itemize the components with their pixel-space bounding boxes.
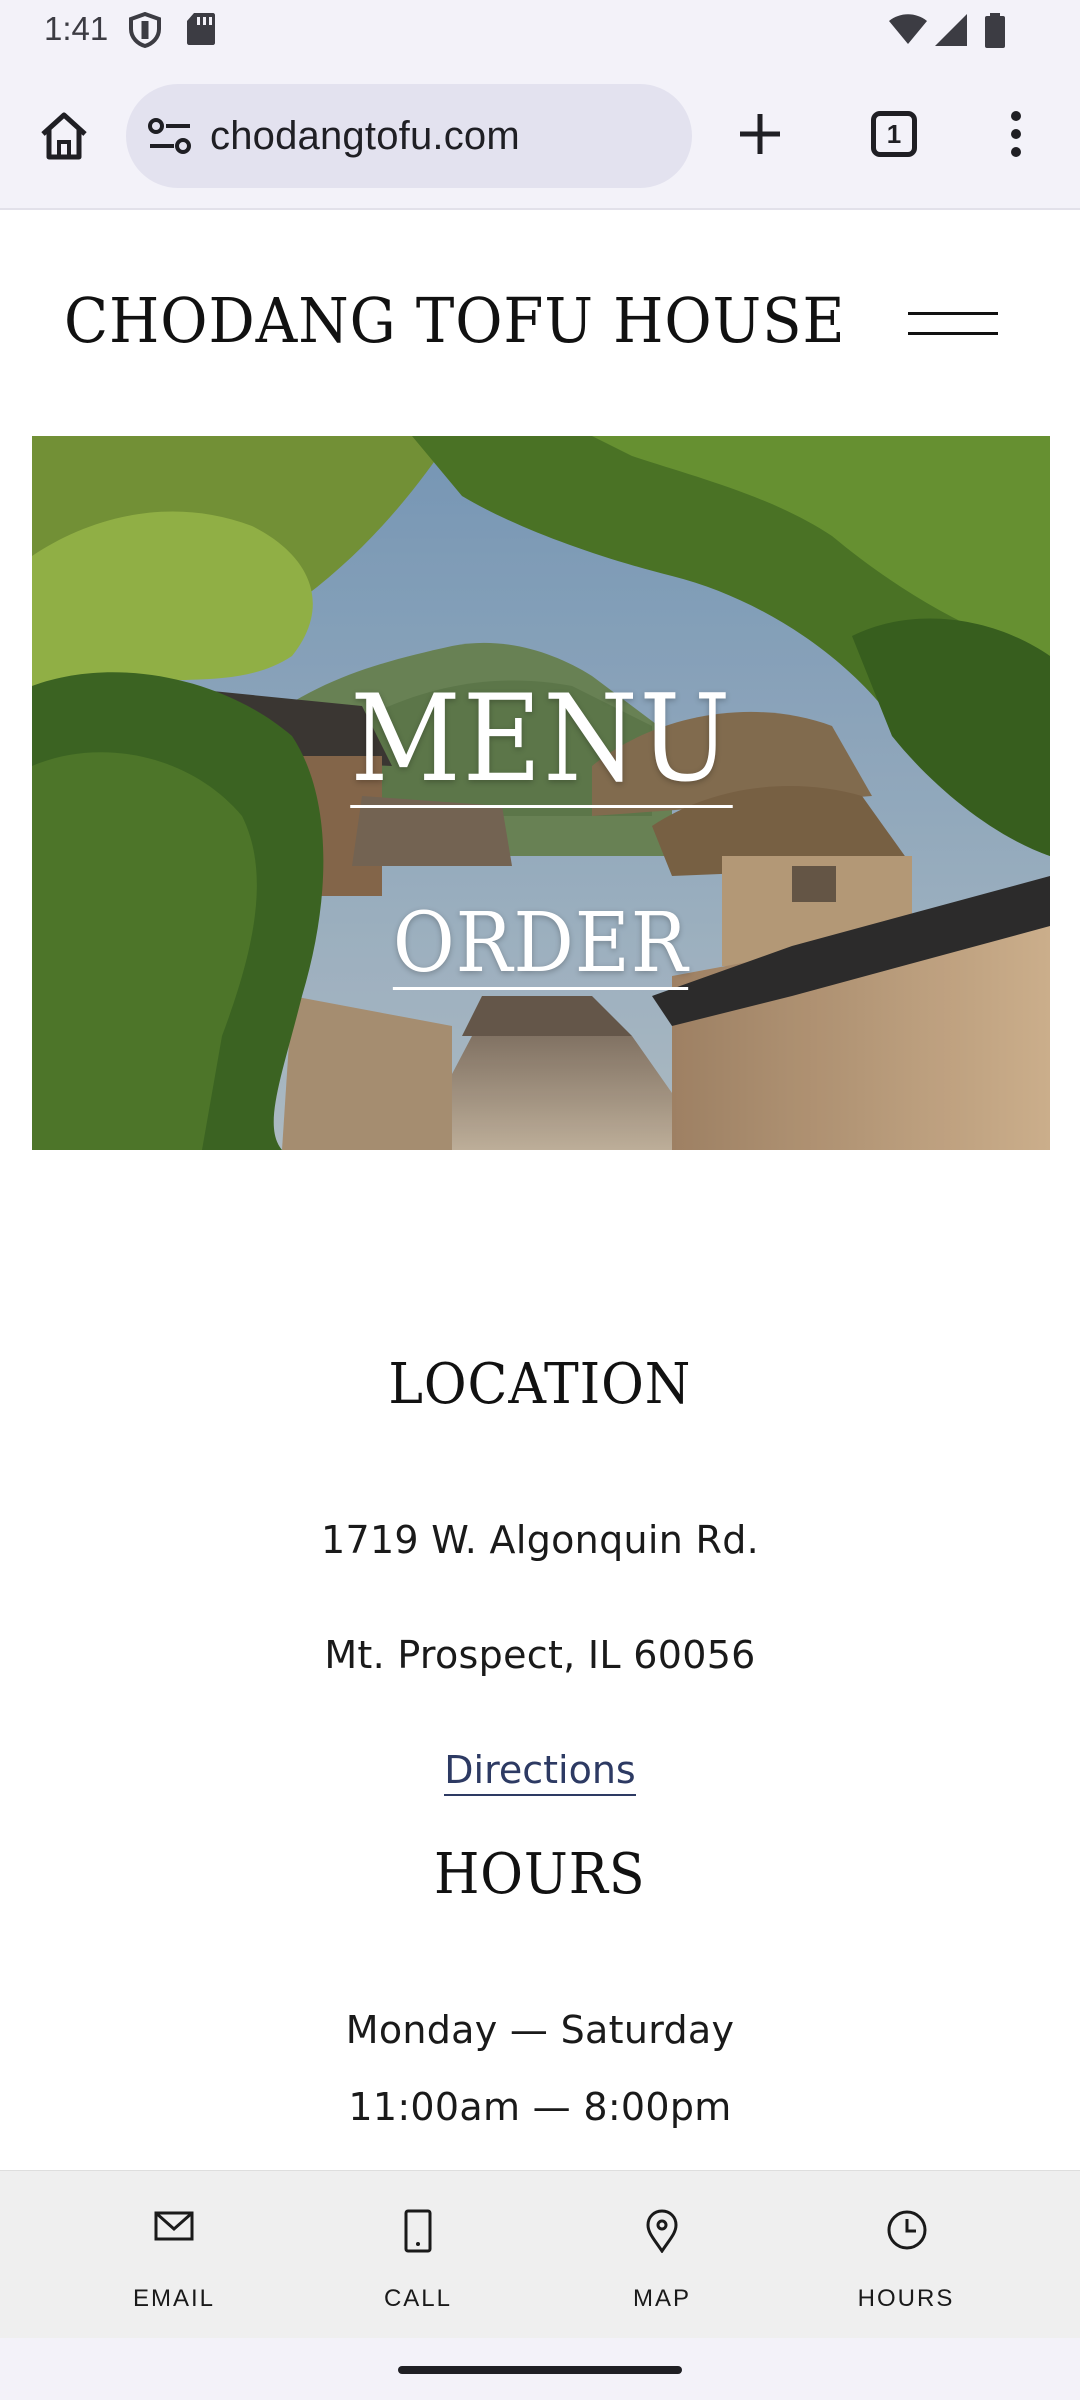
directions-link-label[interactable]: Directions [444,1748,636,1796]
status-time: 1:41 [44,10,109,47]
hamburger-line-top [908,312,998,315]
shield-icon [129,12,161,48]
site-info-icon[interactable] [146,114,194,158]
battery-icon [985,13,1005,48]
order-link-label[interactable]: ORDER [393,900,689,991]
tabs-icon: 1 [871,111,917,157]
new-tab-button[interactable] [728,102,792,166]
hours-heading-text: HOURS [434,1842,646,1907]
hours-heading: HOURS [0,1842,1080,1907]
tab-count: 1 [886,118,902,149]
more-options-button[interactable] [986,102,1046,166]
address-line-1: 1719 W. Algonquin Rd. [321,1518,759,1562]
address-bar[interactable]: chodangtofu.com [126,84,692,188]
gesture-navigation-area [0,2338,1080,2400]
contact-action-bar: EMAIL CALL MAP HOURS [0,2170,1080,2338]
directions-link[interactable]: Directions [0,1748,1080,1796]
hero-banner: MENU ORDER [32,436,1050,1150]
call-label[interactable]: CALL [296,2285,540,2313]
menu-link-label[interactable]: MENU [349,677,733,808]
map-action[interactable]: MAP [540,2171,784,2339]
map-pin-icon [646,2209,678,2253]
gesture-handle[interactable] [398,2366,682,2374]
hamburger-line-bottom [908,332,998,335]
hours-days: Monday — Saturday [345,2008,735,2052]
site-title[interactable]: CHODANG TOFU HOUSE [64,284,846,357]
call-action[interactable]: CALL [296,2171,540,2339]
hamburger-icon[interactable] [904,296,1000,352]
home-icon [41,112,87,160]
sd-card-icon [187,13,215,45]
location-heading: LOCATION [0,1352,1080,1417]
phone-icon [404,2209,432,2253]
plus-icon [740,114,780,154]
order-link[interactable]: ORDER [32,896,1050,991]
more-vert-icon [1011,111,1021,157]
status-bar: 1:41 [0,0,1080,62]
email-label[interactable]: EMAIL [52,2285,296,2313]
hours-time: 11:00am — 8:00pm [348,2085,732,2129]
browser-toolbar: chodangtofu.com 1 [0,62,1080,210]
clock-icon [887,2210,927,2250]
site-header: CHODANG TOFU HOUSE [0,212,1080,434]
tab-switcher-button[interactable]: 1 [862,102,926,166]
hours-label[interactable]: HOURS [784,2285,1028,2313]
wifi-icon [889,14,927,44]
home-button[interactable] [32,104,96,168]
address-line-2: Mt. Prospect, IL 60056 [324,1633,756,1677]
mail-icon [154,2211,194,2241]
map-label[interactable]: MAP [540,2285,784,2313]
url-text[interactable]: chodangtofu.com [210,114,520,159]
hours-action[interactable]: HOURS [784,2171,1028,2339]
menu-link[interactable]: MENU [32,670,1050,809]
cell-signal-icon [935,14,967,46]
email-action[interactable]: EMAIL [52,2171,296,2339]
location-heading-text: LOCATION [388,1352,692,1417]
